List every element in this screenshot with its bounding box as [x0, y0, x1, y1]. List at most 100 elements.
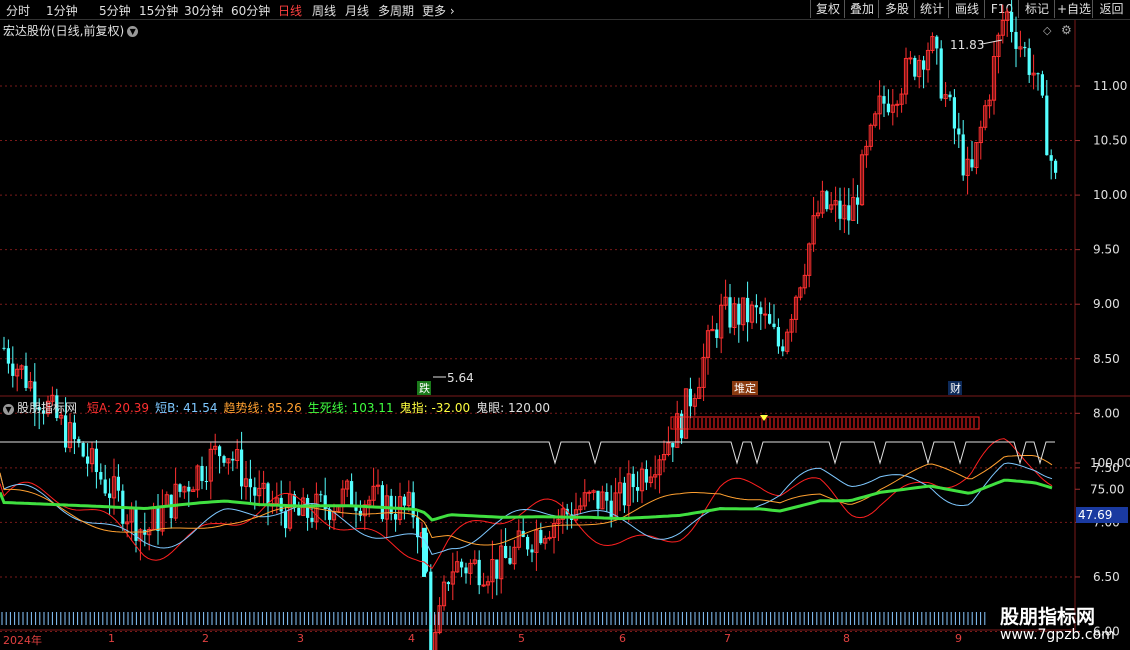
candle-body: [481, 584, 486, 587]
candle-body: [222, 456, 226, 463]
indicator-value: 生死线: 103.11: [307, 401, 394, 415]
candle-body: [763, 313, 768, 316]
candle-body: [218, 446, 222, 457]
candle-body: [253, 487, 257, 496]
candle-body: [908, 57, 913, 60]
price-axis-label: 8.00: [1093, 406, 1120, 420]
candle-body: [319, 494, 323, 496]
candle-body: [156, 507, 160, 532]
candle-body: [72, 422, 76, 440]
high-arrow: [981, 39, 1003, 45]
candle-body: [838, 200, 842, 219]
price-axis-label: 8.50: [1093, 352, 1120, 366]
price-axis-label: 9.50: [1093, 243, 1120, 257]
price-axis-label: 11.00: [1093, 79, 1127, 93]
candle-body: [1014, 31, 1018, 49]
candle-body: [1040, 74, 1044, 96]
candle-body: [64, 415, 68, 448]
signal-block: [670, 416, 980, 430]
candle-body: [746, 297, 750, 323]
candle-body: [495, 559, 499, 579]
indicator-header: ▼ 股朋指标网 短A: 20.39 短B: 41.54 趋势线: 85.26 生死线: …: [3, 399, 562, 416]
watermark-url: www.7gpzb.com: [1000, 627, 1115, 643]
candle-body: [446, 582, 450, 585]
candle-body: [380, 485, 384, 520]
candle-body: [103, 479, 107, 494]
indicator-axis-label: 75.00: [1090, 482, 1124, 496]
candle-body: [94, 448, 98, 473]
price-axis-label: 9.00: [1093, 297, 1120, 311]
price-axis-label: 10.50: [1093, 134, 1127, 148]
candle-body: [411, 492, 415, 518]
candle-body: [24, 365, 28, 388]
candle-body: [116, 476, 120, 491]
candle-body: [1027, 48, 1031, 75]
candle-body: [508, 558, 512, 564]
candle-body: [460, 561, 464, 568]
event-tag: 财: [950, 381, 961, 395]
candle-body: [609, 500, 613, 520]
indicator-value: 短A: 20.39: [86, 401, 150, 415]
candle-body: [11, 363, 15, 376]
month-label: 1: [108, 632, 115, 645]
candle-body: [781, 346, 785, 352]
candle-body: [636, 487, 640, 491]
signal-marker-icon: [760, 415, 768, 421]
candle-body: [759, 307, 763, 315]
month-label: 2024年: [3, 634, 42, 647]
indicator-value: 短B: 41.54: [155, 401, 218, 415]
candle-body: [1036, 73, 1040, 75]
candle-body: [1054, 160, 1058, 173]
month-label: 5: [518, 632, 525, 645]
candle-body: [776, 327, 780, 347]
candle-body: [587, 491, 592, 494]
candle-body: [539, 530, 543, 544]
candle-body: [231, 458, 235, 461]
candle-body: [715, 329, 719, 338]
candle-body: [948, 94, 952, 98]
price-axis-label: 10.00: [1093, 188, 1127, 202]
candle-body: [248, 478, 252, 488]
candle-body: [2, 347, 6, 349]
candle-body: [389, 495, 393, 515]
candle-body: [728, 297, 732, 328]
candle-body: [895, 103, 900, 106]
price-axis-label: 6.50: [1093, 570, 1120, 584]
indicator-axis-label: 100.00: [1090, 456, 1130, 470]
candle-body: [754, 305, 758, 308]
candle-body: [240, 449, 244, 487]
candle-body: [526, 536, 530, 550]
candle-body: [99, 472, 103, 480]
candle-body: [178, 484, 182, 492]
candle-body: [772, 323, 776, 328]
candle-body: [284, 511, 288, 529]
candle-body: [825, 191, 829, 210]
candle-body: [622, 482, 626, 506]
watermark-text: 股朋指标网: [1000, 606, 1096, 628]
candle-body: [922, 60, 926, 70]
candle-body: [768, 314, 772, 324]
candle-body: [422, 527, 426, 577]
candle-body: [939, 48, 943, 99]
candle-body: [737, 303, 741, 325]
month-label: 8: [843, 632, 850, 645]
indicator-name[interactable]: 股朋指标网: [17, 401, 77, 415]
candle-body: [187, 486, 191, 492]
month-label: 4: [408, 632, 415, 645]
chevron-down-icon[interactable]: ▼: [3, 404, 14, 415]
candle-body: [856, 197, 860, 205]
candle-body: [644, 469, 648, 483]
candle-body: [200, 465, 204, 482]
indicator-value: 趋势线: 85.26: [223, 401, 302, 415]
candle-body: [847, 205, 851, 221]
candle-body: [297, 507, 301, 516]
candle-body: [886, 103, 890, 113]
candle-body: [310, 517, 314, 522]
month-label: 3: [297, 632, 304, 645]
candle-body: [81, 442, 85, 457]
kline-chart[interactable]: 11.0010.5010.009.509.008.508.007.507.006…: [0, 0, 1130, 650]
candle-body: [108, 493, 112, 498]
event-tag: 跌: [419, 381, 430, 395]
candle-body: [970, 159, 974, 168]
indicator-value: 鬼指: -32.00: [399, 401, 471, 415]
